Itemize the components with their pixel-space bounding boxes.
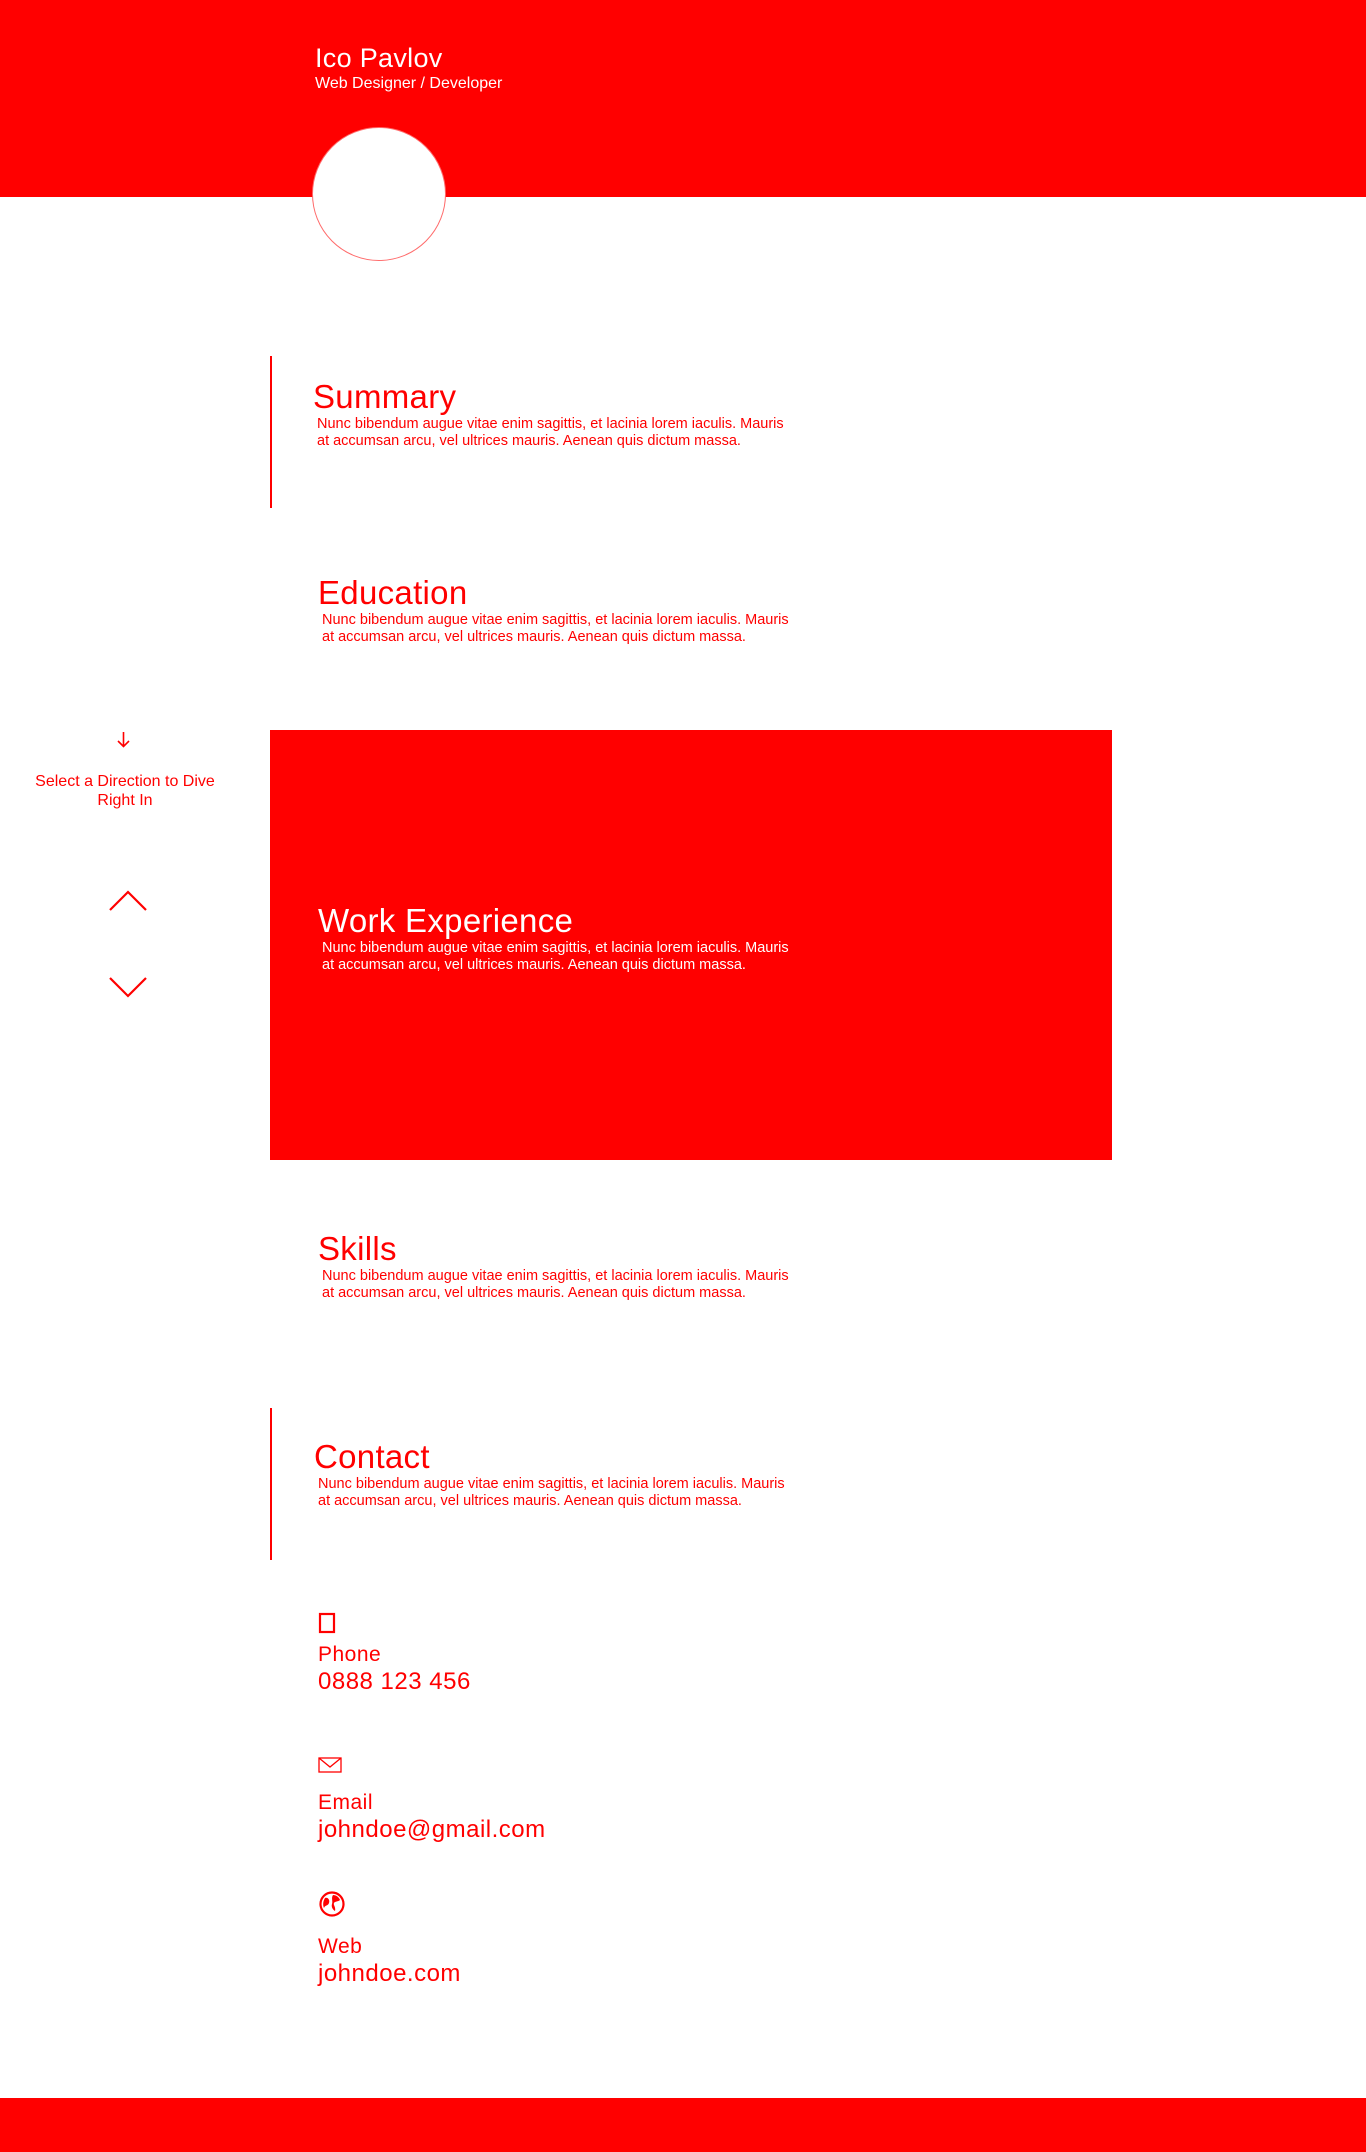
education-section: Education Nunc bibendum augue vitae enim… — [318, 574, 792, 646]
contact-web: Web johndoe.com — [318, 1890, 461, 1988]
globe-icon — [318, 1890, 461, 1934]
summary-section: Summary Nunc bibendum augue vitae enim s… — [313, 378, 787, 450]
mail-icon — [318, 1756, 546, 1790]
skills-title: Skills — [318, 1230, 397, 1267]
work-experience-block: Work Experience Nunc bibendum augue vita… — [270, 730, 1112, 1160]
summary-accent-bar — [270, 356, 272, 508]
profile-role: Web Designer / Developer — [315, 75, 503, 92]
nav-hint-text: Select a Direction to Dive Right In — [35, 773, 215, 809]
header-banner: Ico Pavlov Web Designer / Developer — [0, 0, 1366, 197]
web-label: Web — [318, 1935, 363, 1958]
contact-accent-bar — [270, 1408, 272, 1560]
work-experience-text: Nunc bibendum augue vitae enim sagittis,… — [322, 940, 789, 973]
arrow-down-icon — [115, 730, 132, 754]
summary-text: Nunc bibendum augue vitae enim sagittis,… — [317, 416, 784, 449]
work-experience-section: Work Experience Nunc bibendum augue vita… — [318, 902, 792, 974]
work-experience-title: Work Experience — [318, 902, 574, 939]
footer-banner — [0, 2098, 1366, 2152]
skills-section: Skills Nunc bibendum augue vitae enim sa… — [318, 1230, 792, 1302]
contact-text: Nunc bibendum augue vitae enim sagittis,… — [318, 1476, 785, 1509]
summary-title: Summary — [313, 378, 457, 415]
email-label: Email — [318, 1791, 374, 1814]
contact-section: Contact Nunc bibendum augue vitae enim s… — [314, 1438, 788, 1510]
phone-value[interactable]: 0888 123 456 — [318, 1668, 471, 1696]
phone-icon — [318, 1612, 471, 1642]
chevron-down-icon[interactable] — [108, 974, 148, 1005]
education-text: Nunc bibendum augue vitae enim sagittis,… — [322, 612, 789, 645]
profile-name: Ico Pavlov — [315, 43, 443, 73]
avatar — [312, 127, 446, 261]
email-value[interactable]: johndoe@gmail.com — [318, 1816, 546, 1844]
web-value[interactable]: johndoe.com — [318, 1960, 461, 1988]
resume-page: Ico Pavlov Web Designer / Developer Summ… — [0, 0, 1366, 2152]
contact-email: Email johndoe@gmail.com — [318, 1756, 546, 1844]
education-title: Education — [318, 574, 468, 611]
contact-phone: Phone 0888 123 456 — [318, 1612, 471, 1696]
chevron-up-icon[interactable] — [108, 888, 148, 919]
phone-label: Phone — [318, 1643, 382, 1666]
contact-title: Contact — [314, 1438, 430, 1475]
skills-text: Nunc bibendum augue vitae enim sagittis,… — [322, 1268, 789, 1301]
